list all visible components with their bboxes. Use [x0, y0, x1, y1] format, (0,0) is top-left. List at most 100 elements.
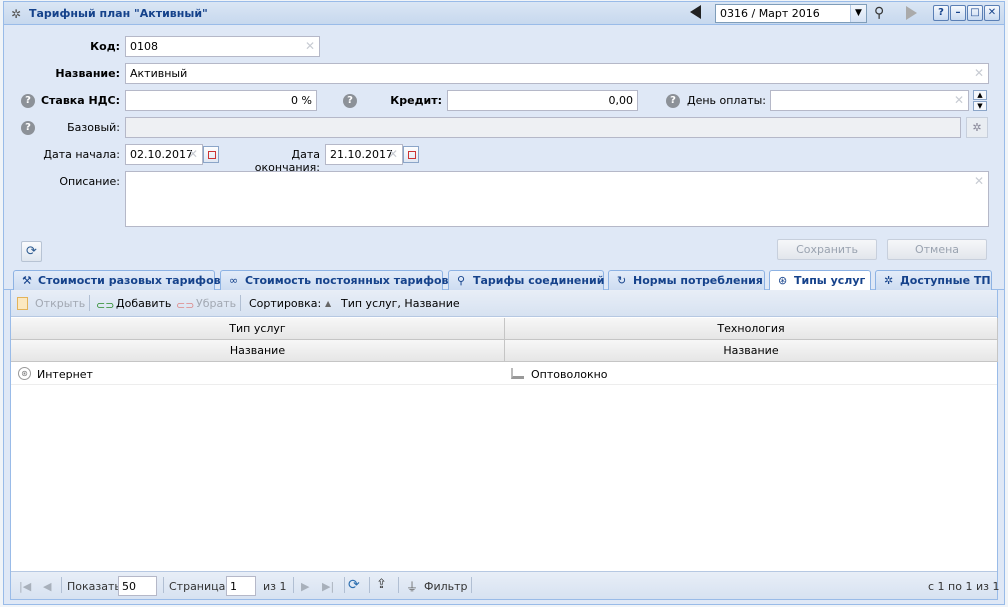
calendar-icon[interactable] [203, 146, 219, 163]
tab-label: Стоимость постоянных тарифов [245, 274, 449, 287]
code-label: Код: [90, 40, 120, 53]
remove-link-icon: ⊂⊃ [176, 299, 195, 312]
clear-icon[interactable]: ✕ [188, 147, 198, 161]
tariff-plan-window: ✲ Тарифный план "Активный" 0316 / Март 2… [3, 1, 1005, 605]
clear-icon[interactable]: ✕ [305, 39, 315, 53]
save-button[interactable]: Сохранить [777, 239, 877, 260]
page-number-input[interactable]: 1 [226, 576, 256, 596]
export-icon[interactable]: ⇪ [376, 577, 387, 592]
base-field [125, 117, 961, 138]
prev-page-icon[interactable]: ◀ [43, 580, 51, 593]
page-size-input[interactable]: 50 [118, 576, 157, 596]
filter-button[interactable]: Фильтр [424, 580, 468, 593]
add-link-icon: ⊂⊃ [96, 299, 115, 312]
toolbar-separator [240, 295, 241, 311]
clear-icon[interactable]: ✕ [974, 66, 984, 80]
tab-service-types[interactable]: ⊛ Типы услуг [769, 270, 871, 291]
help-icon[interactable]: ? [343, 94, 357, 108]
start-date-field[interactable]: 02.10.2017 ✕ [125, 144, 203, 165]
service-icon: ⊛ [18, 367, 31, 380]
open-button[interactable]: Открыть [35, 297, 85, 310]
name-value: Активный [130, 67, 188, 80]
pager-separator [398, 577, 399, 593]
group-header-service-type: Тип услуг [11, 318, 505, 340]
code-field[interactable]: 0108 ✕ [125, 36, 320, 57]
remove-button[interactable]: Убрать [196, 297, 236, 310]
credit-field[interactable]: 0,00 [447, 90, 638, 111]
wrench-icon: ⚒ [22, 274, 32, 287]
chevron-down-icon[interactable]: ▼ [850, 5, 866, 22]
clear-icon[interactable]: ✕ [974, 174, 984, 188]
pager-summary: с 1 по 1 из 1 [928, 580, 1000, 593]
last-page-icon[interactable]: ▶| [322, 580, 334, 593]
window-title: Тарифный план "Активный" [29, 7, 208, 20]
pager-separator [344, 577, 345, 593]
pager-separator [369, 577, 370, 593]
name-field[interactable]: Активный ✕ [125, 63, 989, 84]
calendar-icon[interactable] [403, 146, 419, 163]
tab-consumption-norms[interactable]: ↻ Нормы потребления [608, 270, 765, 290]
sort-asc-icon[interactable]: ▲ [325, 299, 331, 308]
spinner-up-icon[interactable]: ▲ [973, 90, 987, 100]
tab-label: Доступные ТП [900, 274, 991, 287]
pager-separator [61, 577, 62, 593]
maximize-button[interactable]: □ [967, 5, 983, 21]
column-header-service-name[interactable]: Название [11, 340, 505, 362]
tab-available-plans[interactable]: ✲ Доступные ТП [875, 270, 992, 290]
group-header-technology: Технология [505, 318, 998, 340]
column-header-technology-name[interactable]: Название [505, 340, 998, 362]
next-page-icon[interactable]: ▶ [301, 580, 309, 593]
vat-value: 0 % [291, 94, 312, 107]
search-icon[interactable]: ⚲ [874, 5, 884, 21]
filter-icon[interactable]: ⏚ [406, 578, 418, 595]
clear-icon[interactable]: ✕ [388, 147, 398, 161]
period-value: 0316 / Март 2016 [720, 7, 820, 20]
sort-value[interactable]: Тип услуг, Название [341, 297, 460, 310]
tab-permanent-tariffs[interactable]: ∞ Стоимость постоянных тарифов [220, 270, 449, 290]
tab-one-time-tariffs[interactable]: ⚒ Стоимости разовых тарифов [13, 270, 221, 290]
period-next-icon[interactable] [906, 6, 917, 20]
help-icon[interactable]: ? [21, 121, 35, 135]
tab-connection-tariffs[interactable]: ⚲ Тарифы соединений [448, 270, 604, 290]
service-name-cell: Интернет [37, 368, 93, 381]
connections-icon: ⚲ [457, 274, 466, 287]
description-field[interactable]: ✕ [125, 171, 989, 227]
refresh-icon[interactable]: ⟳ [348, 577, 360, 593]
period-select[interactable]: 0316 / Март 2016 ▼ [715, 4, 867, 23]
spinner-down-icon[interactable]: ▼ [973, 101, 987, 111]
first-page-icon[interactable]: |◀ [19, 580, 31, 593]
help-button[interactable]: ? [933, 5, 949, 21]
description-label: Описание: [59, 175, 120, 188]
code-value: 0108 [130, 40, 158, 53]
vat-field[interactable]: 0 % [125, 90, 317, 111]
close-button[interactable]: ✕ [984, 5, 1000, 21]
add-button[interactable]: Добавить [116, 297, 171, 310]
tariff-picker-icon[interactable]: ✲ [966, 117, 988, 138]
tab-label: Стоимости разовых тарифов [38, 274, 221, 287]
window-titlebar: ✲ Тарифный план "Активный" 0316 / Март 2… [4, 2, 1004, 25]
minimize-button[interactable]: – [950, 5, 966, 21]
page-count-label: из 1 [263, 580, 287, 593]
open-icon [17, 297, 28, 310]
end-date-value: 21.10.2017 [330, 148, 393, 161]
tariff-icon: ✲ [884, 274, 894, 287]
table-row[interactable]: ⊛ Интернет Оптоволокно [11, 363, 997, 385]
payday-field[interactable]: ✕ [770, 90, 969, 111]
start-date-value: 02.10.2017 [130, 148, 193, 161]
detail-tabs: ⚒ Стоимости разовых тарифов ∞ Стоимость по… [4, 268, 1004, 291]
tab-label: Тарифы соединений [473, 274, 605, 287]
pager-separator [163, 577, 164, 593]
credit-label: Кредит: [390, 94, 442, 107]
name-label: Название: [55, 67, 120, 80]
cancel-button[interactable]: Отмена [887, 239, 987, 260]
gauge-icon: ↻ [617, 274, 627, 287]
help-icon[interactable]: ? [666, 94, 680, 108]
period-prev-icon[interactable] [690, 5, 701, 19]
clear-icon[interactable]: ✕ [954, 93, 964, 107]
sort-label: Сортировка: [249, 297, 322, 310]
pager-separator [471, 577, 472, 593]
page-label: Страница [169, 580, 226, 593]
help-icon[interactable]: ? [21, 94, 35, 108]
refresh-icon[interactable]: ⟳ [21, 241, 42, 262]
end-date-field[interactable]: 21.10.2017 ✕ [325, 144, 403, 165]
